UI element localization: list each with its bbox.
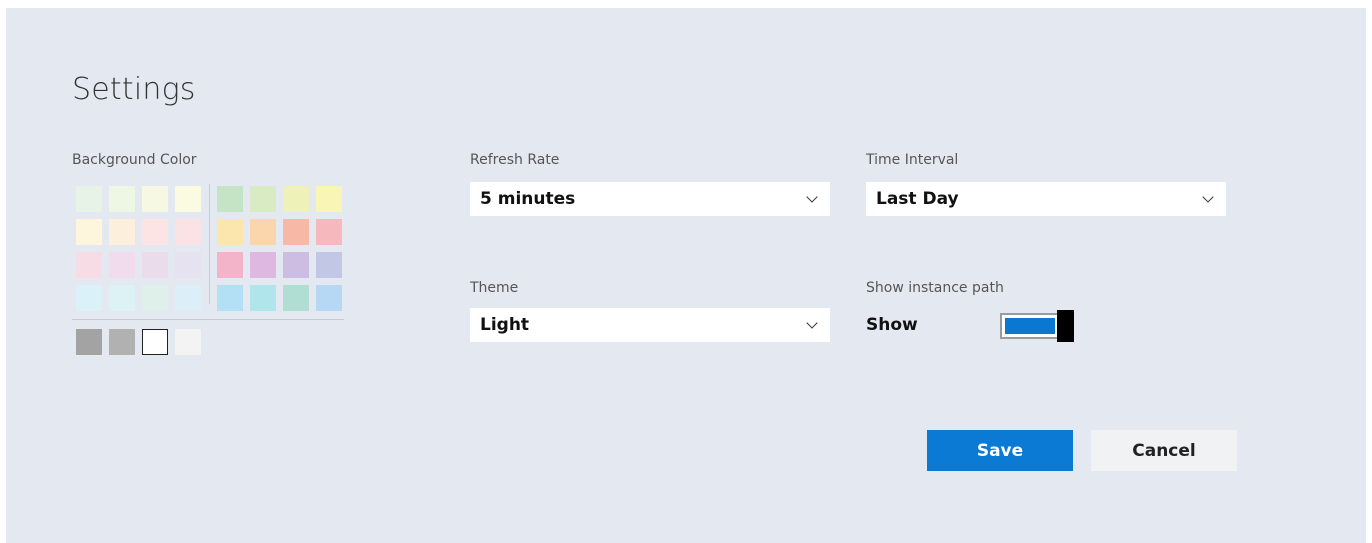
- light-swatch-group: [76, 186, 201, 311]
- refresh-rate-label: Refresh Rate: [470, 152, 560, 168]
- instance-path-toggle[interactable]: [1000, 313, 1060, 339]
- color-swatch[interactable]: [217, 186, 243, 212]
- color-swatch[interactable]: [142, 186, 168, 212]
- background-color-label: Background Color: [72, 152, 197, 168]
- save-button[interactable]: Save: [927, 430, 1073, 471]
- color-swatch[interactable]: [283, 219, 309, 245]
- color-swatch[interactable]: [76, 252, 102, 278]
- time-interval-select[interactable]: Last Day: [866, 182, 1226, 216]
- palette-divider: [209, 184, 210, 304]
- color-swatch[interactable]: [175, 285, 201, 311]
- color-swatch[interactable]: [76, 329, 102, 355]
- toggle-fill: [1005, 318, 1055, 334]
- color-swatch[interactable]: [283, 252, 309, 278]
- theme-label: Theme: [470, 280, 519, 296]
- color-swatch[interactable]: [142, 252, 168, 278]
- chevron-down-icon: [806, 190, 818, 203]
- color-swatch[interactable]: [175, 252, 201, 278]
- color-swatch[interactable]: [250, 219, 276, 245]
- color-swatch[interactable]: [250, 186, 276, 212]
- color-swatch[interactable]: [217, 219, 243, 245]
- color-swatch[interactable]: [283, 186, 309, 212]
- color-swatch[interactable]: [250, 252, 276, 278]
- color-swatch[interactable]: [316, 186, 342, 212]
- color-swatch[interactable]: [175, 186, 201, 212]
- color-swatch[interactable]: [109, 252, 135, 278]
- color-swatch[interactable]: [316, 219, 342, 245]
- color-swatch[interactable]: [175, 329, 201, 355]
- time-interval-label: Time Interval: [866, 152, 959, 168]
- gray-swatch-group: [76, 329, 201, 355]
- color-swatch[interactable]: [175, 219, 201, 245]
- color-swatch[interactable]: [109, 329, 135, 355]
- theme-value: Light: [480, 315, 530, 335]
- color-swatch[interactable]: [142, 329, 168, 355]
- color-swatch[interactable]: [142, 285, 168, 311]
- color-swatch[interactable]: [250, 285, 276, 311]
- chevron-down-icon: [806, 316, 818, 329]
- theme-select[interactable]: Light: [470, 308, 830, 342]
- color-swatch[interactable]: [109, 186, 135, 212]
- refresh-rate-value: 5 minutes: [480, 189, 576, 209]
- color-swatch[interactable]: [316, 252, 342, 278]
- color-swatch[interactable]: [217, 285, 243, 311]
- chevron-down-icon: [1202, 190, 1214, 203]
- color-swatch[interactable]: [109, 219, 135, 245]
- color-swatch[interactable]: [76, 186, 102, 212]
- color-swatch[interactable]: [109, 285, 135, 311]
- color-swatch[interactable]: [76, 285, 102, 311]
- page-title: Settings: [72, 72, 196, 107]
- background-color-palette: [72, 182, 344, 358]
- palette-divider: [72, 319, 344, 320]
- color-swatch[interactable]: [217, 252, 243, 278]
- color-swatch[interactable]: [283, 285, 309, 311]
- color-swatch[interactable]: [76, 219, 102, 245]
- toggle-thumb[interactable]: [1057, 310, 1074, 342]
- medium-swatch-group: [217, 186, 342, 311]
- time-interval-value: Last Day: [876, 189, 959, 209]
- refresh-rate-select[interactable]: 5 minutes: [470, 182, 830, 216]
- cancel-button[interactable]: Cancel: [1091, 430, 1237, 471]
- color-swatch[interactable]: [142, 219, 168, 245]
- instance-path-label: Show instance path: [866, 280, 1004, 296]
- instance-path-state: Show: [866, 315, 918, 335]
- color-swatch[interactable]: [316, 285, 342, 311]
